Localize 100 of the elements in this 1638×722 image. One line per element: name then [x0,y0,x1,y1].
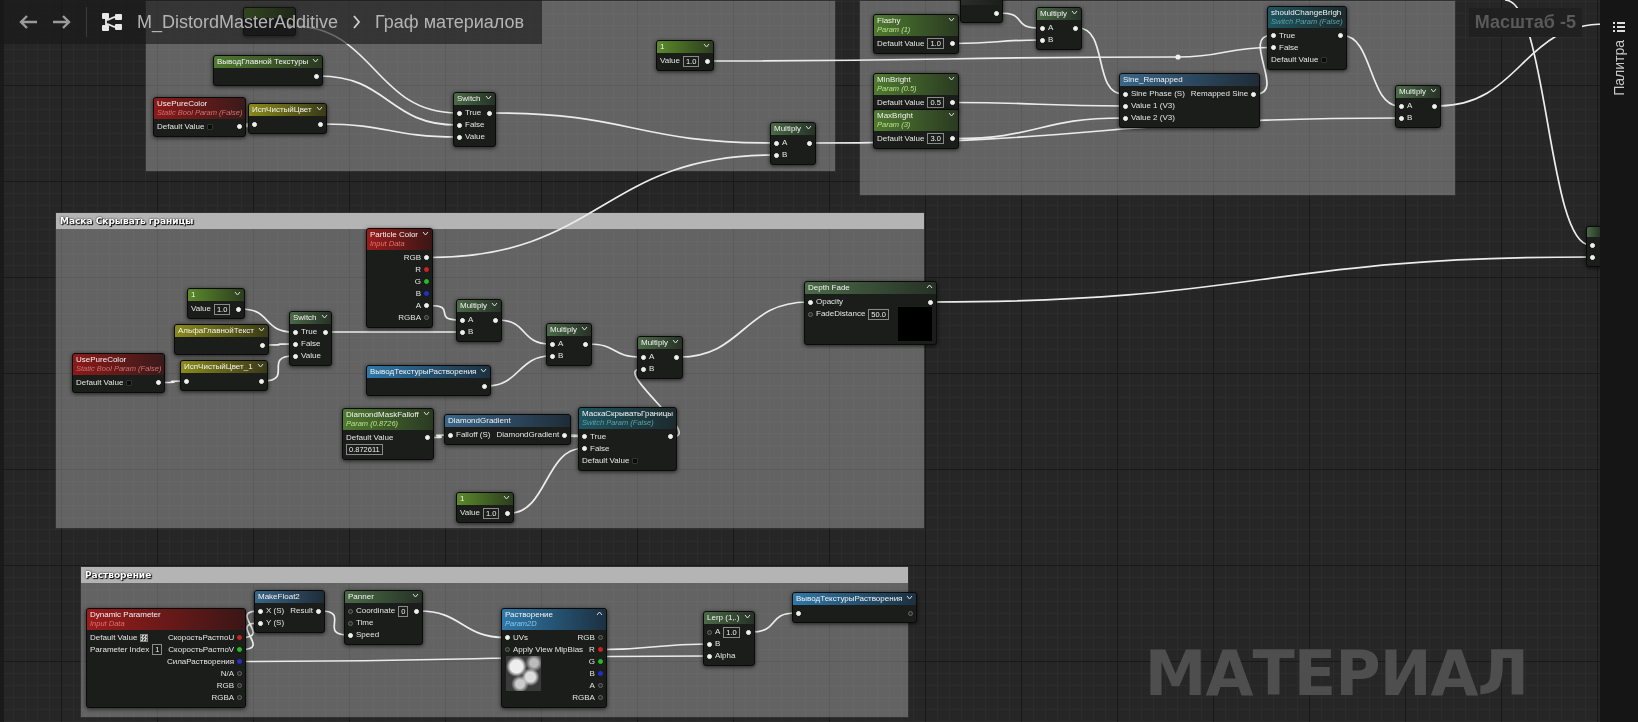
reroute-node[interactable] [1175,54,1181,60]
pin-label: FadeDistance [816,310,866,318]
pin-icon[interactable] [237,647,243,652]
graph-node[interactable]: Multiply A B [546,323,593,366]
pin-label: UVs [513,633,529,642]
pin-label: Speed [356,631,380,639]
pin-label: G [588,657,595,666]
pin-label: A [782,139,788,147]
caret-icon[interactable] [925,284,933,289]
pin-label: B [715,640,721,648]
back-arrow-icon[interactable] [18,14,38,30]
checkbox[interactable] [1321,56,1328,63]
graph-node[interactable]: Multiply A B [637,336,684,379]
pin-label: Apply View MipBias [513,645,584,654]
caret-icon[interactable] [485,95,493,100]
caret-icon[interactable] [906,595,914,600]
caret-icon[interactable] [672,339,680,344]
caret-icon[interactable] [312,58,320,63]
pin-label: Value [460,509,480,517]
graph-node[interactable]: ВыводТекстурыРастворения [792,592,918,623]
checkbox[interactable] [207,123,214,130]
caret-icon[interactable] [1430,88,1438,93]
caret-icon[interactable] [947,112,955,117]
caret-icon[interactable] [1071,10,1079,15]
node-title: Multiply [774,125,802,133]
node-title: Lerp (1,.) [707,614,740,622]
pin-label: Remapped Sine [1190,90,1249,98]
graph-node[interactable]: ИспЧистыйЦвет_1 [180,360,268,391]
node-title: 1 [191,291,197,299]
caret-icon[interactable] [947,17,955,22]
caret-icon[interactable] [581,326,589,331]
caret-icon[interactable] [422,231,429,236]
checkbox[interactable] [632,457,639,464]
pin-label: RGB [216,681,235,690]
graph-node[interactable]: Multiply A B [1036,7,1083,50]
node-title: Switch [293,314,318,322]
checkbox[interactable] [126,379,133,386]
caret-icon[interactable] [257,327,265,332]
caret-icon[interactable] [595,611,603,616]
graph-node[interactable]: Multiply A B [1395,85,1442,128]
graph-node[interactable]: ВыводГлавной Текстуры [213,55,324,86]
node-title: МаскаСкрыватьГраницы [582,410,674,418]
color-swatch[interactable] [140,633,149,642]
graph-node[interactable]: Switch True False Value [453,92,497,147]
caret-icon[interactable] [234,291,242,296]
node-title: 1 [660,43,666,51]
caret-icon[interactable] [503,495,511,500]
pin-label: Value [465,133,485,141]
caret-icon[interactable] [422,411,430,416]
pin-label: G [414,277,421,286]
caret-icon[interactable] [412,593,420,598]
forward-arrow-icon[interactable] [52,14,72,30]
node-title: MinBright [877,76,912,84]
comment-title: Растворение [85,570,152,580]
graph-node[interactable]: Switch True False Value [289,311,333,366]
pin-label: B [1407,114,1413,122]
caret-icon[interactable] [256,363,264,368]
caret-icon[interactable] [805,125,813,130]
graph-node[interactable]: ВыводТекстурыРастворения [366,365,492,396]
pin-label: Opacity [816,298,844,306]
pin-label: Result [290,607,313,615]
node-title: Dynamic Parameter [90,611,162,619]
breadcrumb-item[interactable]: M_DistordMasterAdditive [137,11,339,33]
node-title: Растворение [505,611,555,619]
caret-icon[interactable] [947,76,955,81]
node-title: Particle Color [370,231,418,239]
graph-node[interactable]: АльфаГлавнойТекст [174,324,269,355]
caret-icon[interactable] [491,302,499,307]
graph-node[interactable]: Multiply A B [770,122,817,165]
graph-node[interactable] [960,0,1003,23]
caret-icon[interactable] [743,614,751,619]
pin-label: Parameter Index [90,645,150,654]
pin-label: False [590,444,610,453]
pin-label: RGBA [211,693,235,702]
breadcrumb-item[interactable]: Граф материалов [375,11,525,33]
pin-label: A [589,681,595,690]
pin-label: RGB [577,633,595,642]
graph-node[interactable]: Multiply A B [456,299,503,342]
pin-label: A [468,316,474,324]
node-title: shouldChangeBrigh [1271,9,1343,17]
pin-label: A [1048,24,1054,32]
node-title: DiamondGradient [448,417,512,425]
pin-label: B [415,289,421,298]
pin-label: B [649,365,655,373]
graph-node[interactable]: ИспЧистыйЦвет [248,103,327,134]
pin-icon[interactable] [597,659,603,664]
caret-icon[interactable] [703,43,711,48]
zoom-label: Масштаб -5 [1468,7,1582,37]
pin-icon[interactable] [424,279,429,284]
caret-icon[interactable] [315,106,323,111]
pin-label: СилаРастворения [166,657,235,666]
pin-label: N/A [220,669,235,678]
palette-tab[interactable]: Палитра [1611,40,1627,96]
list-icon[interactable] [1612,20,1626,34]
pin-label: Value [301,352,321,360]
pin-label: Falloff (S) [456,431,491,439]
pin-label: Coordinate [356,607,396,615]
node-title: DiamondMaskFalloff [346,411,419,419]
caret-icon[interactable] [480,368,488,373]
caret-icon[interactable] [321,314,329,319]
